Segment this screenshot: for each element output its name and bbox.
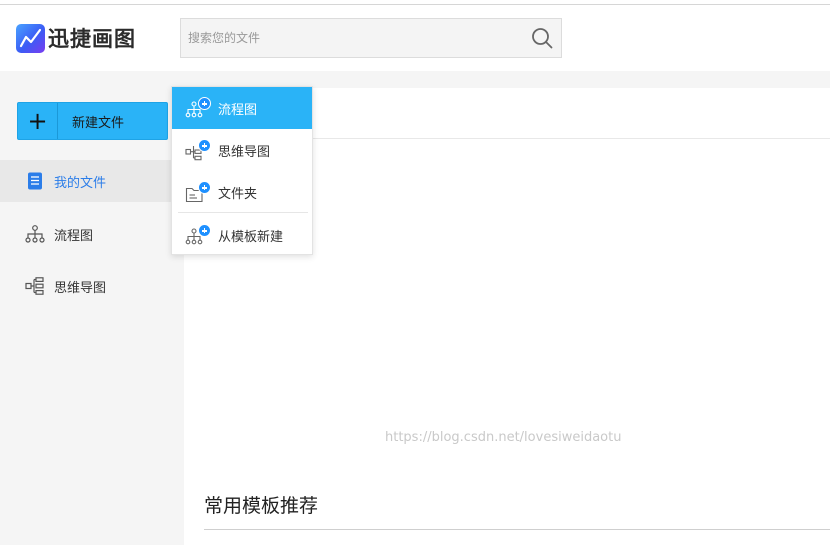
flowchart-add-icon [185, 97, 211, 119]
sidebar-item-my-files[interactable]: 我的文件 [0, 160, 184, 202]
dropdown-item-flowchart[interactable]: 流程图 [172, 87, 312, 129]
search-input[interactable] [181, 19, 521, 57]
watermark: https://blog.csdn.net/lovesiweidaotu [385, 430, 622, 445]
sidebar: + 新建文件 我的文件 流程图 思维导图 [0, 88, 184, 545]
dropdown-item-label: 从模板新建 [218, 229, 284, 245]
sidebar-item-flowchart[interactable]: 流程图 [0, 213, 184, 255]
divider [204, 529, 830, 530]
new-file-button[interactable]: + 新建文件 [17, 102, 168, 140]
section-title: 常用模板推荐 [204, 495, 319, 517]
brand-name: 迅捷画图 [48, 27, 136, 51]
flowchart-icon [25, 224, 45, 244]
search-box [180, 18, 562, 58]
folder-add-icon [185, 181, 211, 203]
template-add-icon [185, 224, 211, 246]
add-badge-icon [198, 97, 211, 110]
sidebar-item-label: 流程图 [54, 228, 94, 244]
dropdown-item-label: 流程图 [218, 102, 258, 118]
add-badge-icon [198, 224, 211, 237]
sidebar-item-label: 我的文件 [54, 175, 107, 191]
new-file-dropdown: 流程图 思维导图 文件夹 从模板新建 [171, 86, 313, 255]
dropdown-divider [178, 212, 308, 213]
dropdown-item-folder[interactable]: 文件夹 [172, 171, 312, 213]
document-icon [25, 171, 45, 191]
dropdown-item-label: 思维导图 [218, 144, 271, 160]
search-icon[interactable] [531, 27, 553, 49]
dropdown-item-mindmap[interactable]: 思维导图 [172, 129, 312, 171]
add-badge-icon [198, 139, 211, 152]
mindmap-icon [25, 276, 45, 296]
logo[interactable]: 迅捷画图 [16, 23, 136, 53]
sidebar-item-mindmap[interactable]: 思维导图 [0, 265, 184, 307]
new-file-label: 新建文件 [72, 115, 125, 131]
mindmap-add-icon [185, 139, 211, 161]
add-badge-icon [198, 181, 211, 194]
dropdown-item-template[interactable]: 从模板新建 [172, 214, 312, 256]
header-gap [0, 71, 830, 88]
plus-icon: + [18, 103, 58, 139]
dropdown-item-label: 文件夹 [218, 186, 258, 202]
logo-icon [16, 23, 45, 53]
header: 迅捷画图 [0, 5, 830, 71]
sidebar-item-label: 思维导图 [54, 280, 107, 296]
